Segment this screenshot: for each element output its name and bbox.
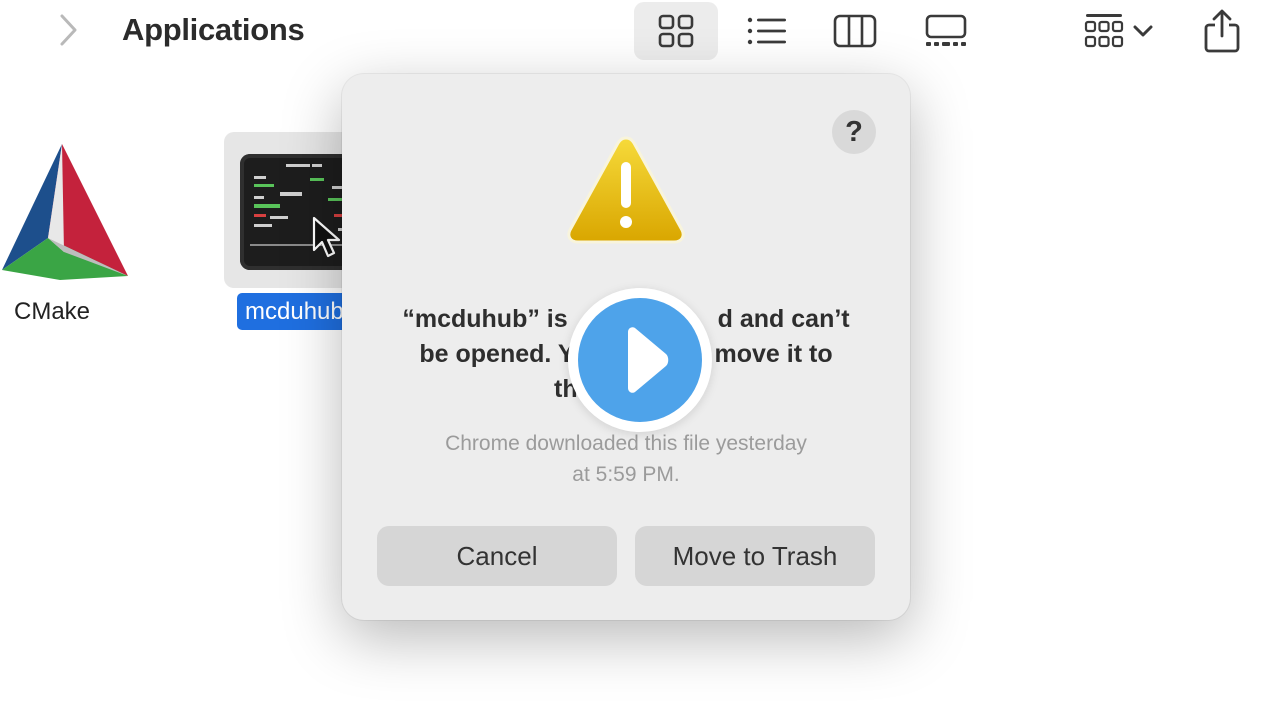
window-title: Applications [122,12,305,47]
gallery-view-icon [925,14,967,46]
chevron-down-icon [1133,25,1153,37]
cmake-app-icon [2,144,128,280]
grid-view-icon [658,14,694,48]
column-view-icon [833,14,877,48]
column-view-button[interactable] [822,2,888,60]
share-button[interactable] [1194,2,1250,60]
alert-informative-text: Chrome downloaded this file yesterday at… [382,428,870,490]
finder-toolbar: Applications [0,0,1280,64]
file-label-selected: mcduhub [237,293,352,330]
chevron-right-icon [60,14,77,46]
share-icon [1204,9,1240,53]
mouse-cursor-icon [312,216,341,258]
info-line: Chrome downloaded this file yesterday [445,432,807,455]
info-line: at 5:59 PM. [572,463,680,486]
play-button-disc [578,298,702,422]
file-label: CMake [14,298,91,325]
mcduhub-app-icon [240,154,358,270]
video-play-button[interactable] [568,288,712,432]
warning-icon [567,136,685,244]
group-by-button[interactable] [1072,2,1164,60]
list-view-icon [747,17,786,45]
cancel-button[interactable]: Cancel [377,526,617,586]
move-to-trash-button[interactable]: Move to Trash [635,526,875,586]
finder-window: Applications CMake mcduhub ? “mcduhub” i… [0,0,1280,720]
icon-view-button[interactable] [634,2,718,60]
group-by-icon [1084,14,1124,48]
gallery-view-button[interactable] [910,2,982,60]
forward-button[interactable] [52,10,84,50]
play-icon [628,327,669,393]
list-view-button[interactable] [732,2,802,60]
help-button[interactable]: ? [832,110,876,154]
